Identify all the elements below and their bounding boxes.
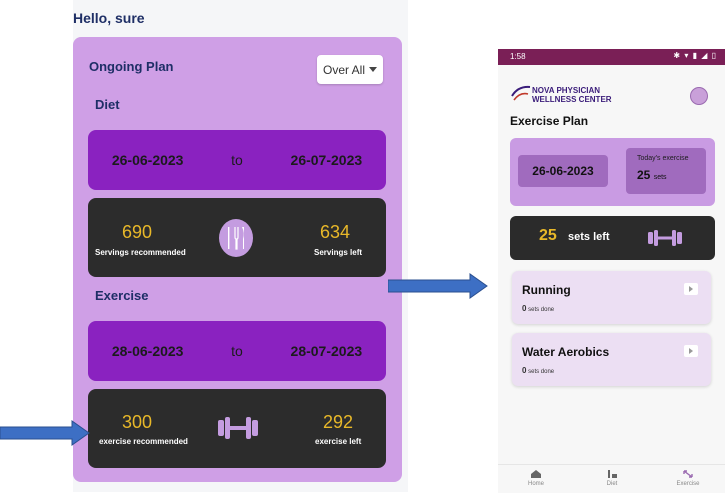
nav-home[interactable]: Home <box>516 469 556 487</box>
play-button[interactable] <box>684 283 698 295</box>
sets-left-label: sets left <box>568 231 610 243</box>
diet-section-title: Diet <box>95 97 120 112</box>
sets-left-value: 25 <box>539 227 557 244</box>
exercise-item-running[interactable]: Running 0 sets done <box>512 271 711 324</box>
todays-exercise-count: 25 <box>637 168 651 182</box>
brand-line-1: NOVA PHYSICIAN <box>532 86 601 95</box>
phone-screen: 1:58 ✱ ▾ ▮ ◢ ▯ NOVA PHYSICIAN WELLNESS C… <box>498 49 725 493</box>
todays-exercise-value: 25 sets <box>637 168 667 182</box>
home-icon <box>531 470 541 478</box>
greeting: Hello, sure <box>73 10 145 26</box>
diet-date-range: 26-06-2023 to 26-07-2023 <box>88 130 386 190</box>
page-title: Exercise Plan <box>510 114 589 128</box>
dropdown-value: Over All <box>322 62 365 77</box>
diet-left-value: 634 <box>320 222 351 242</box>
diet-left-label: Servings left <box>314 248 363 257</box>
nav-diet[interactable]: Diet <box>592 469 632 487</box>
nav-exercise-label: Exercise <box>676 481 700 487</box>
exercise-left-label: exercise left <box>315 437 362 446</box>
diet-recommended-value: 690 <box>122 222 153 242</box>
nav-home-label: Home <box>527 481 544 487</box>
todays-exercise-box: Today's exercise 25 sets <box>626 148 706 194</box>
exercise-item-water-aerobics[interactable]: Water Aerobics 0 sets done <box>512 333 711 386</box>
exercise-recommended-value: 300 <box>122 412 153 432</box>
left-screen: Hello, sure Ongoing Plan Over All Diet 2… <box>73 0 408 492</box>
brand-logo-text: NOVA PHYSICIAN WELLNESS CENTER <box>532 86 612 104</box>
nav-diet-label: Diet <box>606 481 618 487</box>
nova-logo-icon <box>511 85 531 101</box>
bottom-nav: Home Diet Exercise <box>498 464 725 493</box>
dumbbell-icon <box>216 415 260 446</box>
diet-end-date: 26-07-2023 <box>290 152 363 168</box>
arrow-right-icon <box>0 420 90 446</box>
arrow-right-icon <box>388 273 488 299</box>
plan-card: 26-06-2023 Today's exercise 25 sets <box>510 138 715 206</box>
chevron-down-icon <box>369 67 377 72</box>
exercise-progress: 0 sets done <box>522 304 554 313</box>
ongoing-plan-title: Ongoing Plan <box>89 59 174 74</box>
period-dropdown[interactable]: Over All <box>317 55 383 84</box>
todays-exercise-unit: sets <box>653 174 667 181</box>
plan-date: 26-06-2023 <box>518 155 608 187</box>
exercise-icon <box>683 470 693 478</box>
sets-done-label: sets done <box>528 369 555 375</box>
exercise-stats-card: 300 exercise recommended 292 exercise le… <box>88 389 386 468</box>
sets-done-count: 0 <box>522 366 527 375</box>
diet-icon <box>608 470 617 478</box>
play-icon <box>689 348 693 354</box>
exercise-progress: 0 sets done <box>522 366 554 375</box>
status-time: 1:58 <box>510 52 526 61</box>
exercise-to-label: to <box>231 343 243 359</box>
exercise-section-title: Exercise <box>95 288 149 303</box>
ongoing-plan-panel: Ongoing Plan Over All Diet 26-06-2023 to… <box>73 37 402 482</box>
sets-left-card: 25 sets left <box>510 216 715 260</box>
exercise-end-date: 28-07-2023 <box>290 343 363 359</box>
exercise-date-range: 28-06-2023 to 28-07-2023 <box>88 321 386 381</box>
avatar[interactable] <box>690 87 708 105</box>
exercise-name: Running <box>522 283 571 297</box>
exercise-name: Water Aerobics <box>522 345 610 359</box>
dumbbell-icon <box>648 230 682 246</box>
nav-exercise[interactable]: Exercise <box>668 469 708 487</box>
status-icons: ✱ ▾ ▮ ◢ ▯ <box>673 51 717 60</box>
diet-start-date: 26-06-2023 <box>111 152 184 168</box>
diet-to-label: to <box>231 152 243 168</box>
cutlery-icon <box>219 219 253 257</box>
todays-exercise-label: Today's exercise <box>637 155 689 162</box>
status-bar: 1:58 ✱ ▾ ▮ ◢ ▯ <box>498 49 725 65</box>
play-icon <box>689 286 693 292</box>
exercise-recommended-label: exercise recommended <box>99 437 188 446</box>
exercise-start-date: 28-06-2023 <box>111 343 184 359</box>
diet-recommended-label: Servings recommended <box>95 248 186 257</box>
sets-done-count: 0 <box>522 304 527 313</box>
exercise-left-value: 292 <box>323 412 354 432</box>
sets-done-label: sets done <box>528 307 555 313</box>
play-button[interactable] <box>684 345 698 357</box>
diet-stats-card: 690 Servings recommended 634 Servings le… <box>88 198 386 277</box>
brand-line-2: WELLNESS CENTER <box>532 95 612 104</box>
